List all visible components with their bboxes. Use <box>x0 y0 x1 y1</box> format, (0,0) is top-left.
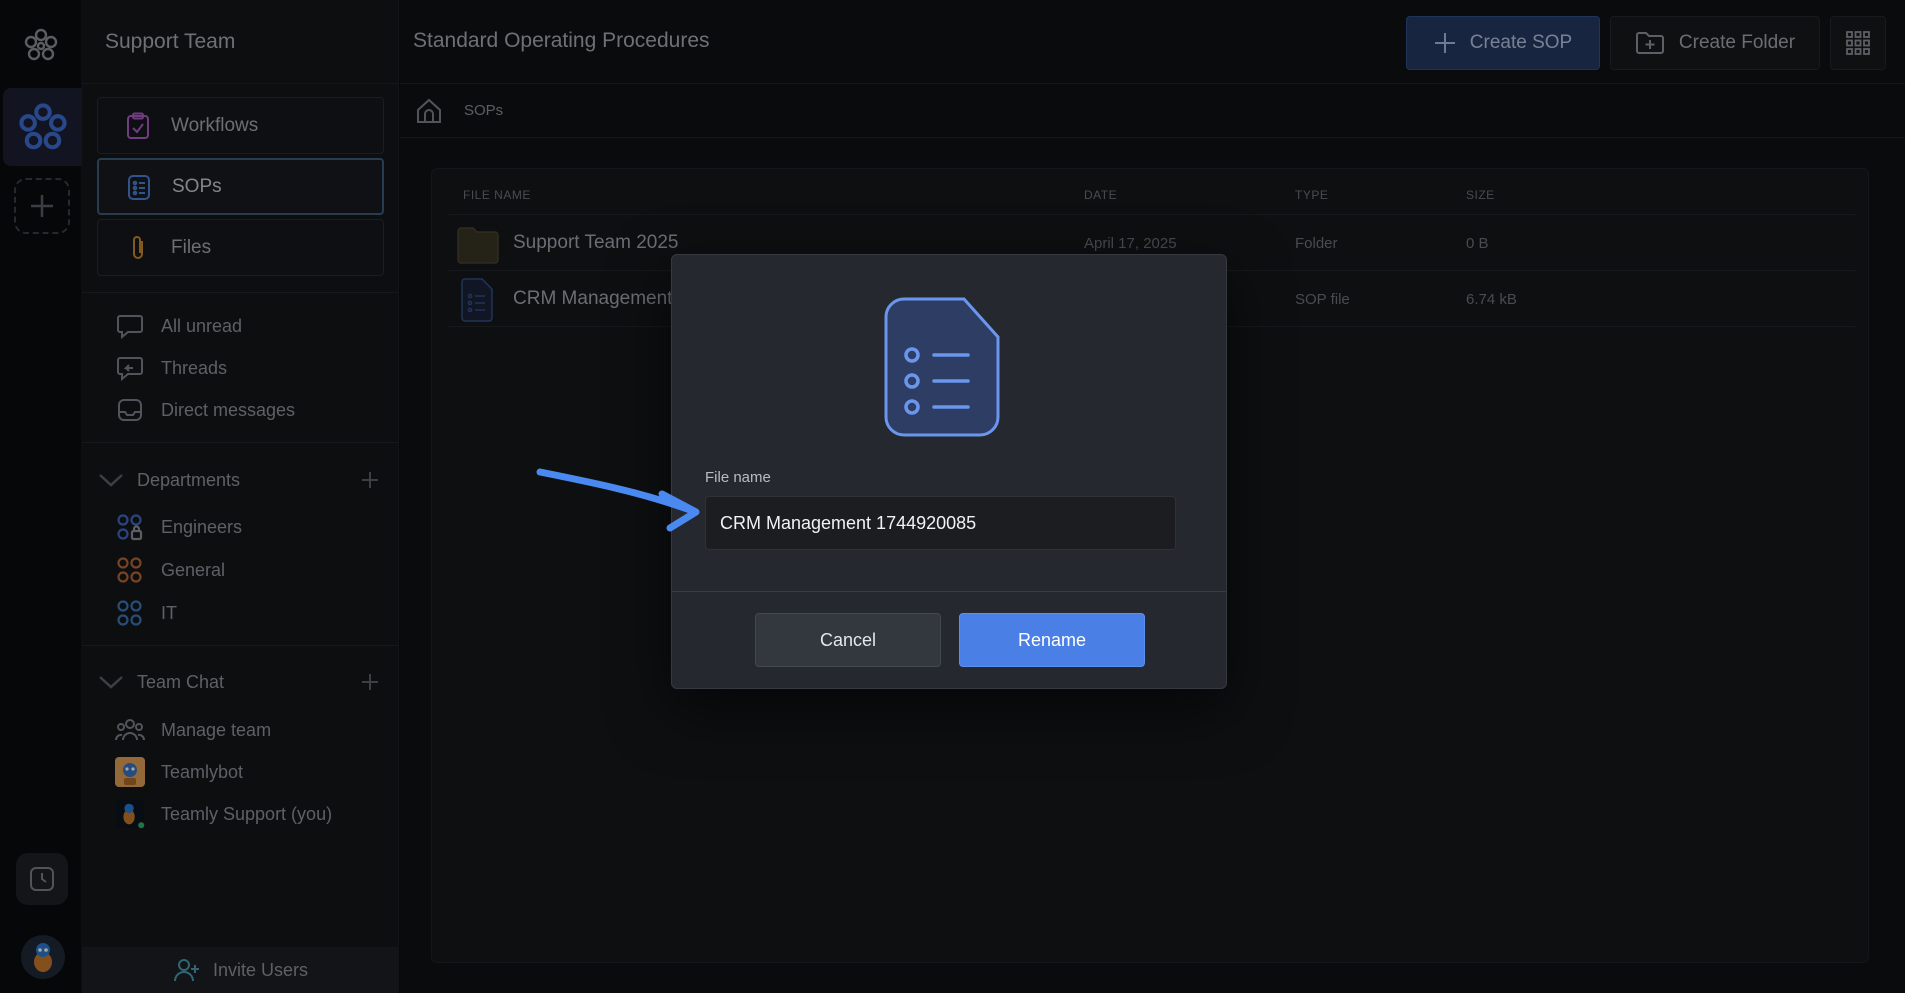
cancel-button[interactable]: Cancel <box>755 613 941 667</box>
rename-button[interactable]: Rename <box>959 613 1145 667</box>
sop-file-icon <box>878 295 1004 443</box>
file-name-label: File name <box>705 469 771 486</box>
modal-divider <box>672 591 1226 592</box>
annotation-arrow-icon <box>536 468 700 532</box>
file-name-input[interactable] <box>705 496 1176 550</box>
rename-dialog: File name Cancel Rename <box>671 254 1227 689</box>
